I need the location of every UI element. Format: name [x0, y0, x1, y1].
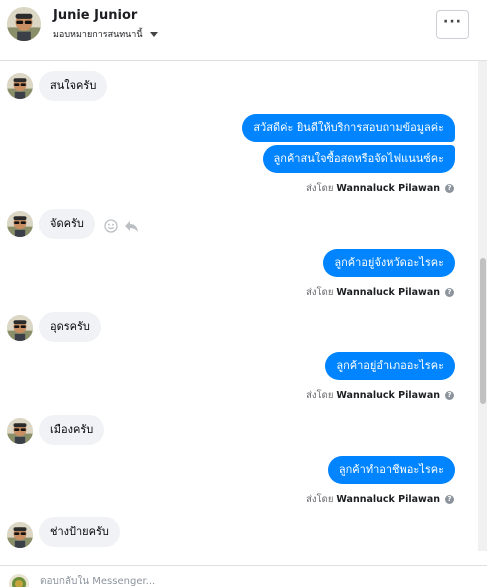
incoming-message[interactable]: ช่างป้ายครับ	[39, 517, 120, 547]
incoming-message[interactable]: สนใจครับ	[39, 71, 108, 101]
reply-composer	[0, 565, 487, 587]
outgoing-message[interactable]: ลูกค้าสนใจซื้อสดหรือจัดไฟแนนซ์คะ	[262, 145, 455, 173]
sent-by-line: ส่งโดย Wannaluck Pilawan ?	[306, 388, 454, 403]
contact-avatar-small	[7, 522, 33, 548]
contact-avatar-small	[7, 211, 33, 237]
question-circle-icon[interactable]: ?	[445, 184, 454, 193]
outgoing-message[interactable]: ลูกค้าอยู่จังหวัดอะไรคะ	[323, 249, 455, 277]
contact-avatar[interactable]	[7, 7, 41, 41]
contact-avatar-small	[7, 315, 33, 341]
conversation-header: Junie Junior มอบหมายการสนทนานี้ ···	[0, 0, 487, 61]
ellipsis-icon: ···	[443, 14, 462, 30]
question-circle-icon[interactable]: ?	[445, 495, 454, 504]
sent-by-line: ส่งโดย Wannaluck Pilawan ?	[306, 492, 454, 507]
question-circle-icon[interactable]: ?	[445, 391, 454, 400]
scrollbar-thumb[interactable]	[480, 258, 486, 404]
sent-by-prefix: ส่งโดย	[306, 390, 334, 401]
sent-by-prefix: ส่งโดย	[306, 183, 334, 194]
sent-by-line: ส่งโดย Wannaluck Pilawan ?	[306, 181, 454, 196]
sender-name[interactable]: Wannaluck Pilawan	[336, 183, 440, 194]
caret-down-icon	[149, 32, 158, 37]
message-actions	[104, 218, 139, 237]
incoming-message[interactable]: เมืองครับ	[39, 415, 105, 445]
reply-input[interactable]	[40, 572, 460, 587]
page-avatar	[9, 574, 29, 587]
sender-name[interactable]: Wannaluck Pilawan	[336, 390, 440, 401]
message-thread: สนใจครับ สวัสดีค่ะ ยินดีให้บริการสอบถามข…	[0, 61, 478, 551]
sent-by-line: ส่งโดย Wannaluck Pilawan ?	[306, 285, 454, 300]
outgoing-message[interactable]: ลูกค้าทำอาชีพอะไรคะ	[327, 456, 455, 484]
incoming-message[interactable]: อุดรครับ	[39, 312, 101, 342]
outgoing-message[interactable]: สวัสดีค่ะ ยินดีให้บริการสอบถามข้อมูลค่ะ	[242, 114, 455, 142]
contact-avatar-small	[7, 73, 33, 99]
contact-name[interactable]: Junie Junior	[53, 8, 137, 23]
assign-conversation-label: มอบหมายการสนทนานี้	[53, 30, 143, 40]
question-circle-icon[interactable]: ?	[445, 288, 454, 297]
sent-by-prefix: ส่งโดย	[306, 494, 334, 505]
smiley-icon[interactable]	[104, 218, 118, 237]
sender-name[interactable]: Wannaluck Pilawan	[336, 287, 440, 298]
reply-arrow-icon[interactable]	[124, 218, 139, 237]
sender-name[interactable]: Wannaluck Pilawan	[336, 494, 440, 505]
assign-conversation-dropdown[interactable]: มอบหมายการสนทนานี้	[53, 27, 158, 41]
outgoing-message[interactable]: ลูกค้าอยู่อำเภออะไรคะ	[325, 352, 455, 380]
incoming-message[interactable]: จัดครับ	[39, 209, 95, 239]
more-options-button[interactable]: ···	[436, 10, 469, 39]
contact-avatar-small	[7, 418, 33, 444]
sent-by-prefix: ส่งโดย	[306, 287, 334, 298]
